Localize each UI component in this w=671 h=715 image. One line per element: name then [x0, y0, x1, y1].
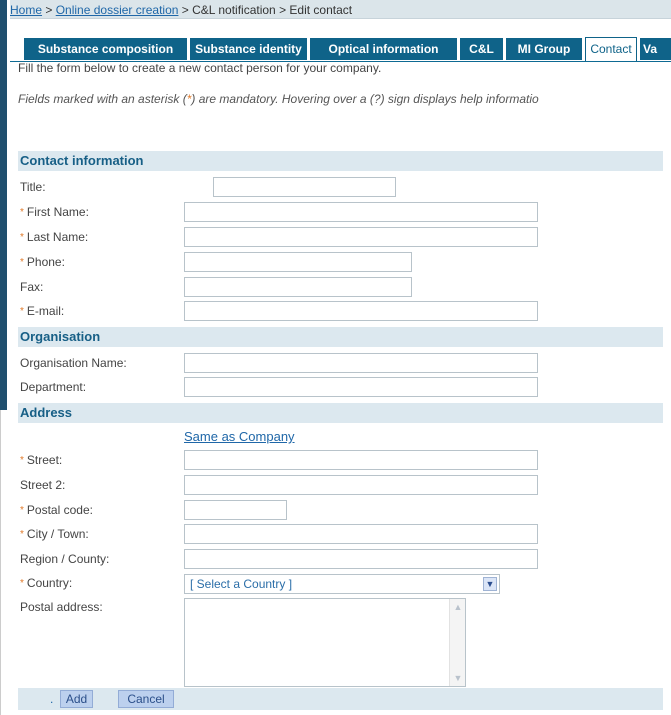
row-street2: Street 2: [18, 474, 663, 498]
city-input[interactable] [184, 524, 538, 544]
fax-input[interactable] [184, 277, 412, 297]
country-select[interactable]: [ Select a Country ] ▼ [184, 574, 500, 594]
label-postal-code: * Postal code: [20, 503, 93, 517]
title-input[interactable] [213, 177, 396, 197]
row-postal-code: * Postal code: [18, 499, 663, 523]
note-text-after: ) are mandatory. Hovering over a (?) sig… [191, 92, 539, 106]
breadcrumb: Home > Online dossier creation > C&L not… [10, 0, 671, 19]
tab-substance-identity[interactable]: Substance identity [190, 38, 307, 60]
row-city: * City / Town: [18, 523, 663, 547]
label-email: * E-mail: [20, 304, 65, 318]
postal-code-input[interactable] [184, 500, 287, 520]
email-input[interactable] [184, 301, 538, 321]
row-organisation-name: Organisation Name: [18, 352, 663, 376]
row-first-name: * First Name: [18, 201, 663, 225]
tab-mi-group[interactable]: MI Group [506, 38, 582, 60]
tab-substance-composition[interactable]: Substance composition [24, 38, 187, 60]
label-postal-address: Postal address: [20, 600, 103, 614]
country-select-value: [ Select a Country ] [190, 577, 293, 591]
left-border-line [0, 410, 1, 715]
label-organisation-name: Organisation Name: [20, 356, 127, 370]
cancel-button[interactable]: Cancel [118, 690, 174, 708]
postal-address-textarea[interactable]: ▲ ▼ [184, 598, 466, 687]
row-title: Title: [18, 176, 663, 200]
organisation-name-input[interactable] [184, 353, 538, 373]
label-title: Title: [20, 180, 46, 194]
label-street: * Street: [20, 453, 63, 467]
breadcrumb-current: Edit contact [289, 3, 353, 17]
label-phone: * Phone: [20, 255, 65, 269]
form-footer: . Add Cancel [18, 688, 663, 710]
first-name-input[interactable] [184, 202, 538, 222]
label-department: Department: [20, 380, 87, 394]
tab-contact[interactable]: Contact [585, 37, 637, 61]
breadcrumb-separator: > [275, 3, 290, 17]
breadcrumb-notification: C&L notification [192, 3, 276, 17]
label-fax: Fax: [20, 280, 44, 294]
mandatory-note: Fields marked with an asterisk (*) are m… [18, 92, 539, 106]
street2-input[interactable] [184, 475, 538, 495]
note-text-before: Fields marked with an asterisk ( [18, 92, 187, 106]
street-input[interactable] [184, 450, 538, 470]
label-country: * Country: [20, 576, 73, 590]
tab-bar: Substance composition Substance identity… [10, 19, 671, 62]
same-as-company-link[interactable]: Same as Company [184, 429, 295, 444]
label-street2: Street 2: [20, 478, 66, 492]
row-email: * E-mail: [18, 300, 663, 324]
row-phone: * Phone: [18, 251, 663, 275]
footer-dot: . [50, 692, 54, 706]
row-region: Region / County: [18, 548, 663, 572]
chevron-down-icon[interactable]: ▼ [483, 577, 497, 591]
scroll-up-icon[interactable]: ▲ [452, 601, 464, 613]
row-street: * Street: [18, 449, 663, 473]
label-last-name: * Last Name: [20, 230, 89, 244]
tab-validation[interactable]: Va [640, 38, 671, 60]
label-first-name: * First Name: [20, 205, 89, 219]
textarea-scrollbar[interactable]: ▲ ▼ [449, 599, 465, 686]
row-fax: Fax: [18, 276, 663, 300]
scroll-down-icon[interactable]: ▼ [452, 672, 464, 684]
breadcrumb-separator: > [178, 3, 193, 17]
department-input[interactable] [184, 377, 538, 397]
intro-text: Fill the form below to create a new cont… [18, 61, 382, 75]
region-input[interactable] [184, 549, 538, 569]
breadcrumb-home-link[interactable]: Home [10, 3, 42, 17]
section-address: Address [18, 403, 663, 423]
section-organisation: Organisation [18, 327, 663, 347]
label-city: * City / Town: [20, 527, 89, 541]
label-region: Region / County: [20, 552, 110, 566]
row-department: Department: [18, 376, 663, 400]
left-accent-bar [0, 0, 7, 410]
tab-optical-information[interactable]: Optical information [310, 38, 457, 60]
last-name-input[interactable] [184, 227, 538, 247]
breadcrumb-separator: > [42, 3, 56, 17]
breadcrumb-dossier-link[interactable]: Online dossier creation [56, 3, 179, 17]
phone-input[interactable] [184, 252, 412, 272]
add-button[interactable]: Add [60, 690, 93, 708]
row-last-name: * Last Name: [18, 226, 663, 250]
section-contact-information: Contact information [18, 151, 663, 171]
tab-cl[interactable]: C&L [460, 38, 503, 60]
